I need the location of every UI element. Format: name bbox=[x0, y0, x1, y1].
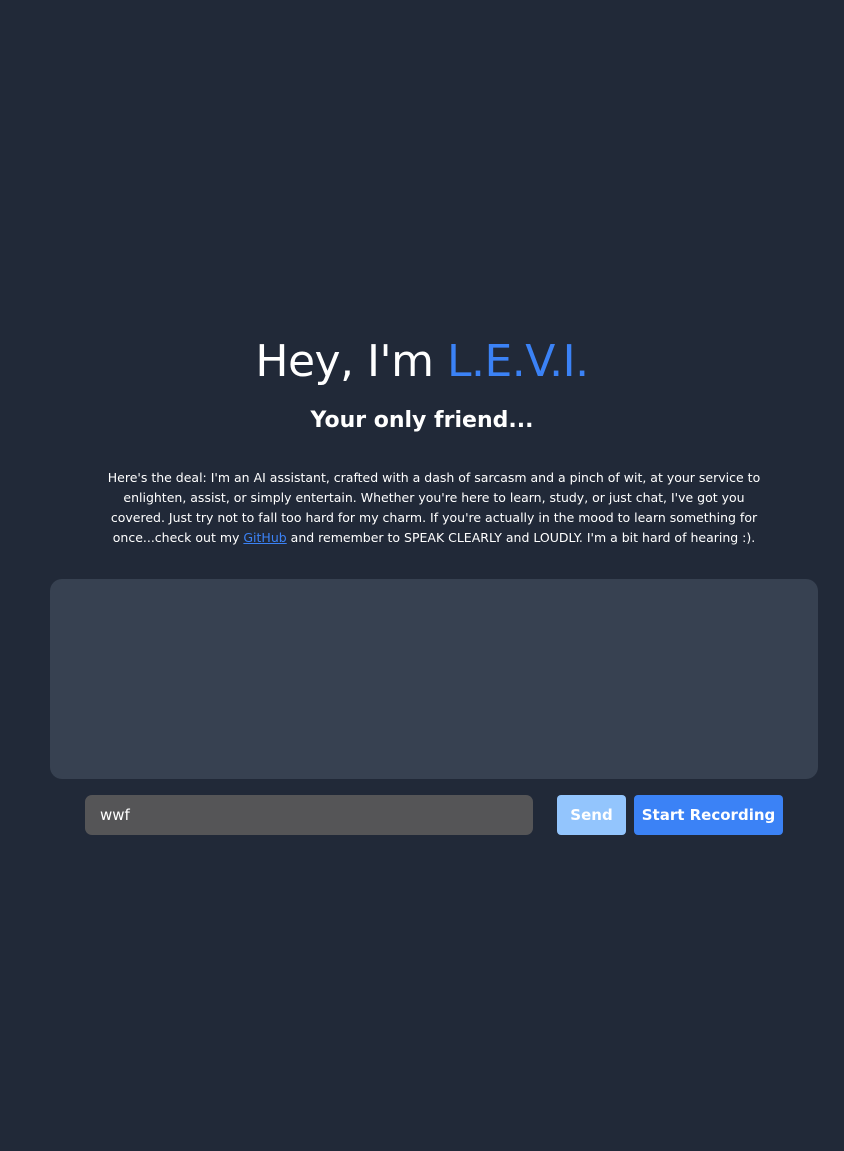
title-accent-name: L.E.V.I. bbox=[446, 336, 589, 387]
intro-text-after-link: and remember to SPEAK CLEARLY and LOUDLY… bbox=[286, 530, 756, 545]
intro-paragraph: Here's the deal: I'm an AI assistant, cr… bbox=[100, 468, 768, 548]
page-title: Hey, I'm L.E.V.I. bbox=[0, 333, 844, 391]
start-recording-button[interactable]: Start Recording bbox=[634, 795, 783, 835]
send-button[interactable]: Send bbox=[557, 795, 626, 835]
chat-messages-panel[interactable] bbox=[50, 579, 818, 779]
github-link[interactable]: GitHub bbox=[243, 530, 286, 545]
page-subtitle: Your only friend... bbox=[310, 408, 534, 433]
title-prefix: Hey, I'm bbox=[255, 336, 447, 387]
message-input[interactable] bbox=[85, 795, 533, 835]
